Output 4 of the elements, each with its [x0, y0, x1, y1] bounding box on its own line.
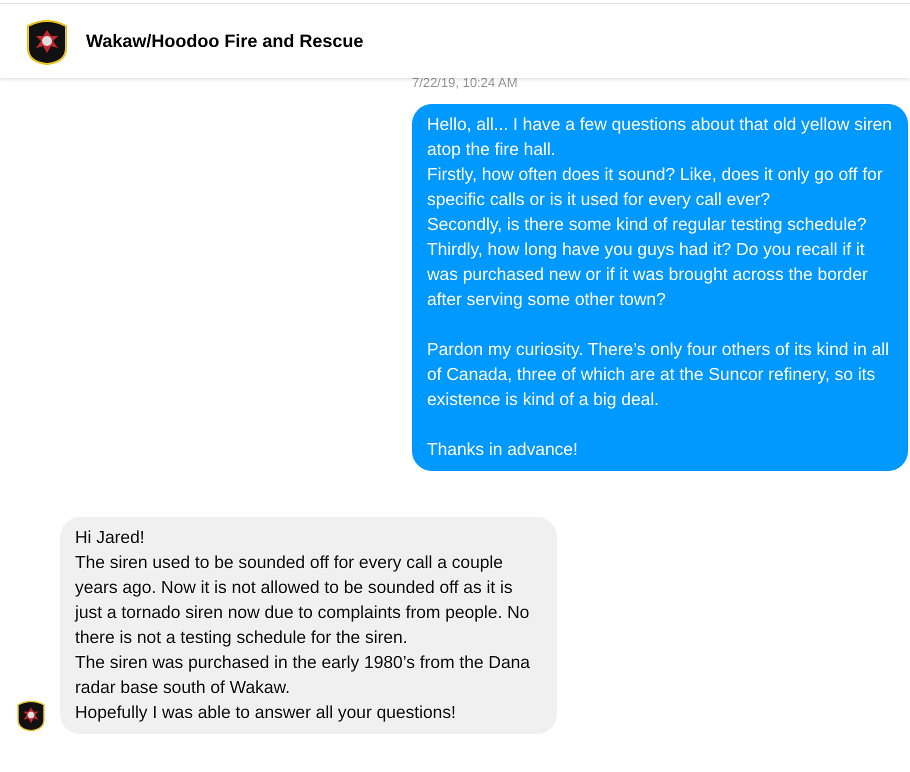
- chat-title: Wakaw/Hoodoo Fire and Rescue: [86, 30, 364, 52]
- message-timestamp: 7/22/19, 10:24 AM: [412, 78, 518, 92]
- received-message-bubble: Hi Jared! The siren used to be sounded off for every call a couple years ago. Now it is not allowed to be sounded off as it is just a tornado siren now due to complaints from people. No there is not a testing schedule for the siren. The siren was purchased in the early 1980’s from the Dana radar base south of Wakaw. Hopefully I was able to answer all your questions!: [60, 517, 557, 734]
- sent-message-bubble: Hello, all... I have a few questions about that old yellow siren atop the fire hall. Firstly, how often does it sound? Like, does it only go off for specific calls or is it used for every call ever? Secondly, is there some kind of regular testing schedule? Thirdly, how long have you guys had it? Do you recall if it was purchased new or if it was brought across the border after serving some other town? Pardon my curiosity. There’s only four others of its kind in all of Canada, three of which are at the Suncor refinery, so its existence is kind of a big deal. Thanks in advance!: [412, 104, 908, 471]
